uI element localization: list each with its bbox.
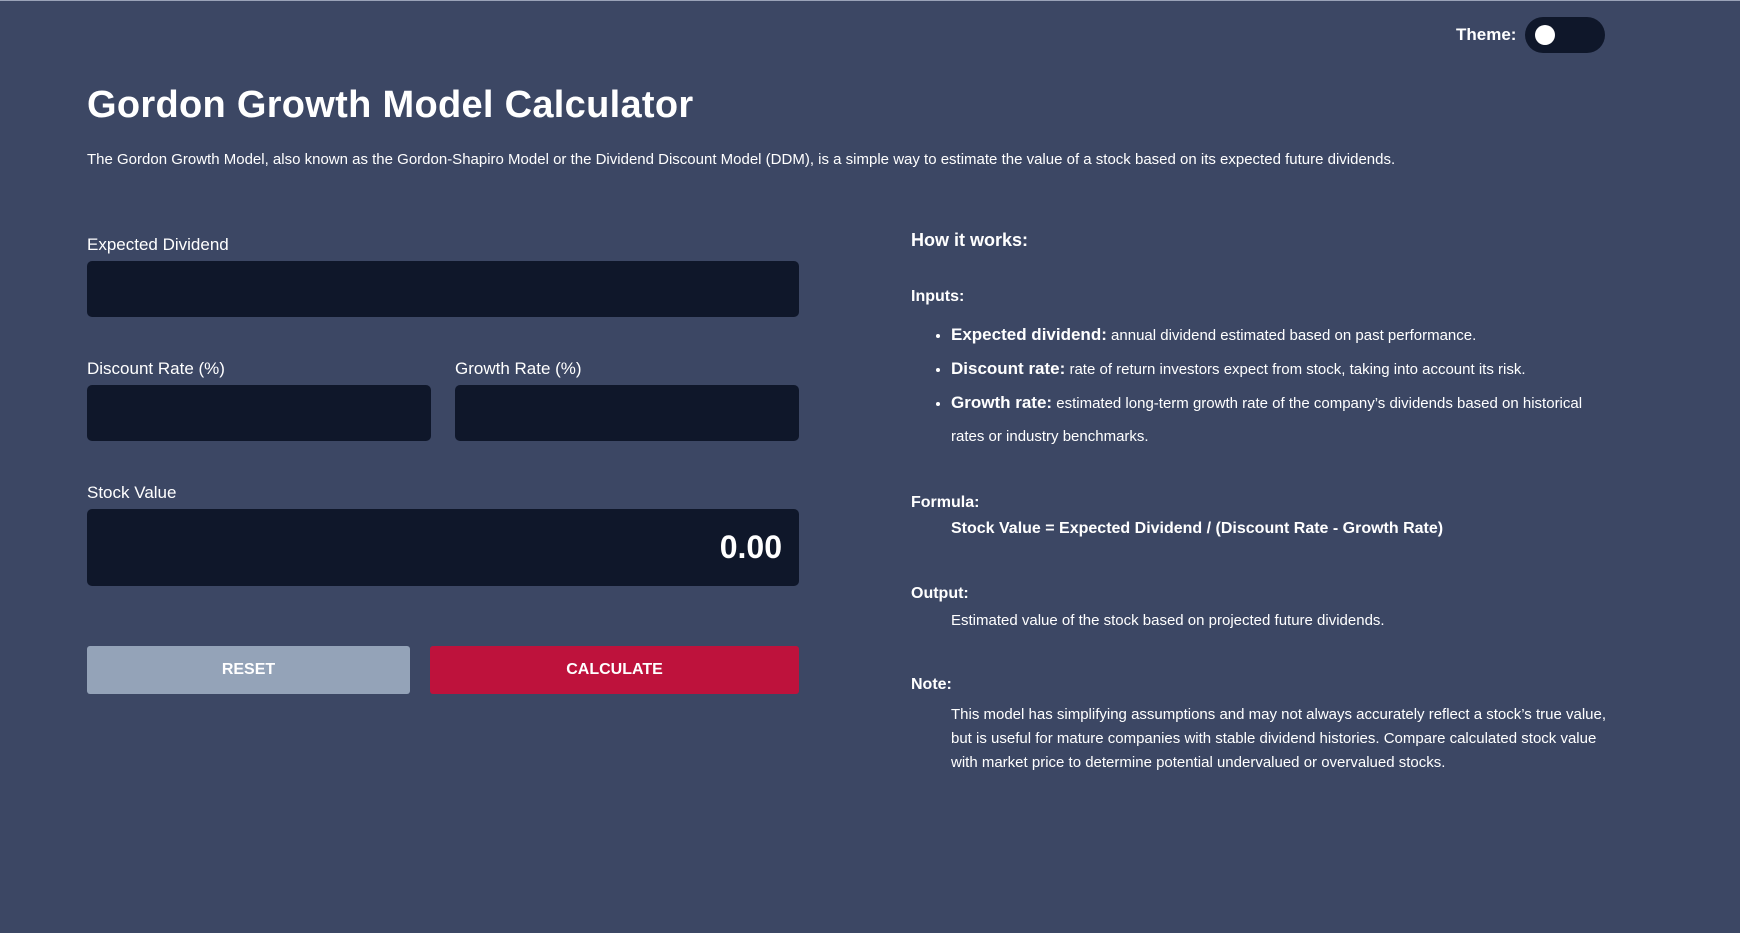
- input-term: Growth rate:: [951, 393, 1053, 412]
- theme-toggle[interactable]: [1525, 17, 1606, 53]
- stock-value-text: 0.00: [719, 529, 782, 565]
- stock-value-label: Stock Value: [87, 483, 177, 502]
- list-item: Expected dividend: annual dividend estim…: [951, 318, 1611, 352]
- top-border: [0, 0, 1740, 1]
- reset-button[interactable]: RESET: [87, 646, 410, 694]
- expected-dividend-label: Expected Dividend: [87, 235, 229, 254]
- discount-rate-label: Discount Rate (%): [87, 359, 225, 378]
- inputs-heading: Inputs:: [911, 288, 965, 305]
- growth-rate-input[interactable]: [455, 385, 799, 441]
- stock-value-output: 0.00: [87, 509, 799, 586]
- output-heading: Output:: [911, 585, 969, 602]
- page-description: The Gordon Growth Model, also known as t…: [87, 151, 1396, 168]
- input-description: rate of return investors expect from sto…: [1069, 361, 1526, 378]
- expected-dividend-input[interactable]: [87, 261, 799, 317]
- input-term: Expected dividend:: [951, 325, 1107, 344]
- discount-rate-input[interactable]: [87, 385, 431, 441]
- how-it-works-heading: How it works:: [911, 230, 1029, 250]
- note-heading: Note:: [911, 676, 952, 693]
- calculate-button[interactable]: CALCULATE: [430, 646, 799, 694]
- theme-control: Theme:: [1456, 17, 1606, 53]
- formula-text: Stock Value = Expected Dividend / (Disco…: [951, 520, 1444, 537]
- growth-rate-label: Growth Rate (%): [455, 359, 582, 378]
- note-text: This model has simplifying assumptions a…: [951, 706, 1607, 771]
- output-text: Estimated value of the stock based on pr…: [951, 612, 1385, 629]
- input-term: Discount rate:: [951, 359, 1066, 378]
- list-item: Discount rate: rate of return investors …: [951, 352, 1611, 386]
- input-description: annual dividend estimated based on past …: [1111, 327, 1477, 344]
- inputs-list: Expected dividend: annual dividend estim…: [911, 318, 1611, 453]
- list-item: Growth rate: estimated long-term growth …: [951, 386, 1611, 453]
- page-title: Gordon Growth Model Calculator: [87, 84, 694, 126]
- theme-label: Theme:: [1456, 25, 1517, 44]
- toggle-knob: [1535, 25, 1556, 45]
- how-it-works-panel: How it works: Inputs: Expected dividend:…: [911, 230, 1611, 775]
- formula-heading: Formula:: [911, 494, 980, 511]
